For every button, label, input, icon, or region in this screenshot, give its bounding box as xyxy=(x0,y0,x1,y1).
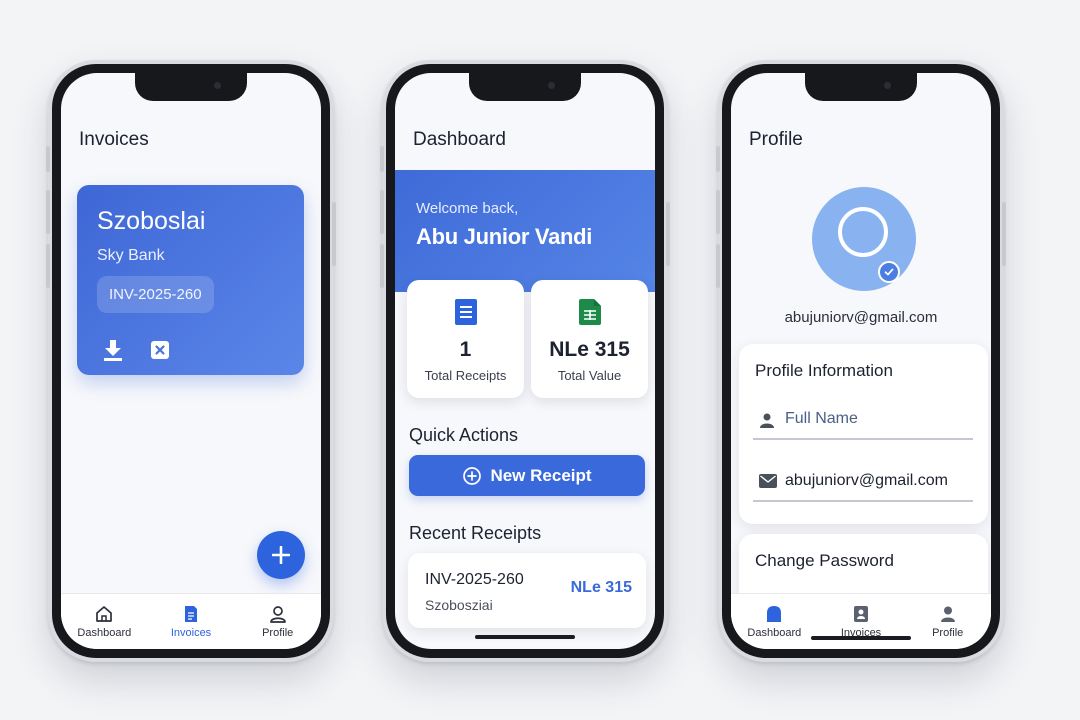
power-button xyxy=(1002,202,1006,266)
avatar[interactable] xyxy=(812,187,916,291)
plus-icon xyxy=(272,546,290,564)
delete-icon[interactable] xyxy=(151,341,169,359)
stat-card-receipts[interactable]: 1 Total Receipts xyxy=(407,280,524,398)
tab-label: Invoices xyxy=(170,627,212,639)
quick-actions-heading: Quick Actions xyxy=(409,425,519,445)
receipt-id: INV-2025-260 xyxy=(425,571,524,588)
tab-bar: Dashboard Invoices Profile xyxy=(61,593,321,649)
full-name-placeholder: Full Name xyxy=(785,410,858,427)
user-icon xyxy=(940,606,955,622)
add-invoice-button[interactable] xyxy=(257,531,305,579)
stat-card-value[interactable]: NLe 315 Total Value xyxy=(531,280,648,398)
full-name-field[interactable]: Full Name xyxy=(753,400,973,440)
tab-invoices[interactable]: Invoices xyxy=(148,594,235,649)
tab-label: Dashboard xyxy=(747,627,802,639)
stat-label: Total Receipts xyxy=(424,368,507,383)
list-item[interactable]: INV-2025-260 Szobosziai NLe 315 xyxy=(408,553,646,628)
volume-up-button xyxy=(716,190,720,234)
mute-switch xyxy=(716,146,720,172)
tab-label: Profile xyxy=(262,627,294,639)
user-icon xyxy=(269,606,286,623)
notch xyxy=(805,73,917,101)
welcome-text: Welcome back, xyxy=(416,200,519,217)
screen-profile: Profile abujuniorv@gmail.com Profile Inf… xyxy=(731,73,991,649)
invoice-card[interactable]: Szoboslai Sky Bank INV-2025-260 xyxy=(77,185,304,375)
phone-dashboard: Dashboard Welcome back, Abu Junior Vandi… xyxy=(380,60,670,662)
screen-dashboard: Dashboard Welcome back, Abu Junior Vandi… xyxy=(395,73,655,649)
invoice-bank: Sky Bank xyxy=(97,247,165,264)
welcome-banner: Welcome back, Abu Junior Vandi xyxy=(395,170,655,292)
receipt-amount: NLe 315 xyxy=(570,579,632,596)
volume-down-button xyxy=(46,244,50,288)
phone-invoices: Invoices Szoboslai Sky Bank INV-2025-260 xyxy=(46,60,336,662)
stat-label: Total Value xyxy=(557,368,622,383)
page-title: Invoices xyxy=(79,129,149,150)
tab-label: Profile xyxy=(932,627,964,639)
power-button xyxy=(332,202,336,266)
tab-profile[interactable]: Profile xyxy=(904,594,991,649)
stat-value: NLe 315 xyxy=(549,338,630,361)
document-icon xyxy=(185,606,197,622)
email-field[interactable]: abujuniorv@gmail.com xyxy=(753,462,973,502)
notch xyxy=(469,73,581,101)
profile-info-card: Profile Information Full Name abujuniorv… xyxy=(739,344,988,524)
home-indicator[interactable] xyxy=(811,636,911,640)
tab-bar: Dashboard Invoices Profile xyxy=(731,593,991,649)
user-name: Abu Junior Vandi xyxy=(416,224,593,249)
volume-down-button xyxy=(716,244,720,288)
home-icon xyxy=(96,606,113,622)
receipt-client: Szobosziai xyxy=(425,597,493,613)
tab-invoices[interactable]: Invoices xyxy=(818,594,905,649)
stat-value: 1 xyxy=(459,338,472,361)
recent-receipts-heading: Recent Receipts xyxy=(409,523,542,543)
tab-dashboard[interactable]: Dashboard xyxy=(61,594,148,649)
mute-switch xyxy=(46,146,50,172)
page-title: Profile xyxy=(749,129,803,150)
avatar-placeholder-icon xyxy=(838,207,888,257)
tab-profile[interactable]: Profile xyxy=(234,594,321,649)
person-icon xyxy=(760,413,774,428)
mail-icon xyxy=(759,474,777,488)
volume-up-button xyxy=(46,190,50,234)
spreadsheet-icon xyxy=(578,299,601,325)
mute-switch xyxy=(380,146,384,172)
profile-email: abujuniorv@gmail.com xyxy=(784,309,938,326)
phone-profile: Profile abujuniorv@gmail.com Profile Inf… xyxy=(716,60,1006,662)
profile-info-heading: Profile Information xyxy=(755,361,893,380)
plus-circle-icon xyxy=(463,466,482,485)
power-button xyxy=(666,202,670,266)
home-icon xyxy=(767,606,782,622)
tab-dashboard[interactable]: Dashboard xyxy=(731,594,818,649)
verified-check-icon xyxy=(878,261,900,283)
new-receipt-label: New Receipt xyxy=(490,465,592,485)
receipt-icon xyxy=(454,299,477,325)
email-field-value: abujuniorv@gmail.com xyxy=(785,472,948,489)
invoice-icon xyxy=(854,606,868,622)
change-password-heading: Change Password xyxy=(755,551,894,570)
new-receipt-button[interactable]: New Receipt xyxy=(409,455,645,496)
page-title: Dashboard xyxy=(413,129,506,150)
download-icon[interactable] xyxy=(103,339,123,361)
invoice-client: Szoboslai xyxy=(97,207,206,235)
volume-down-button xyxy=(380,244,384,288)
tab-label: Dashboard xyxy=(77,627,132,639)
notch xyxy=(135,73,247,101)
invoice-id-badge: INV-2025-260 xyxy=(97,276,214,313)
volume-up-button xyxy=(380,190,384,234)
home-indicator[interactable] xyxy=(475,635,575,639)
screen-invoices: Invoices Szoboslai Sky Bank INV-2025-260 xyxy=(61,73,321,649)
